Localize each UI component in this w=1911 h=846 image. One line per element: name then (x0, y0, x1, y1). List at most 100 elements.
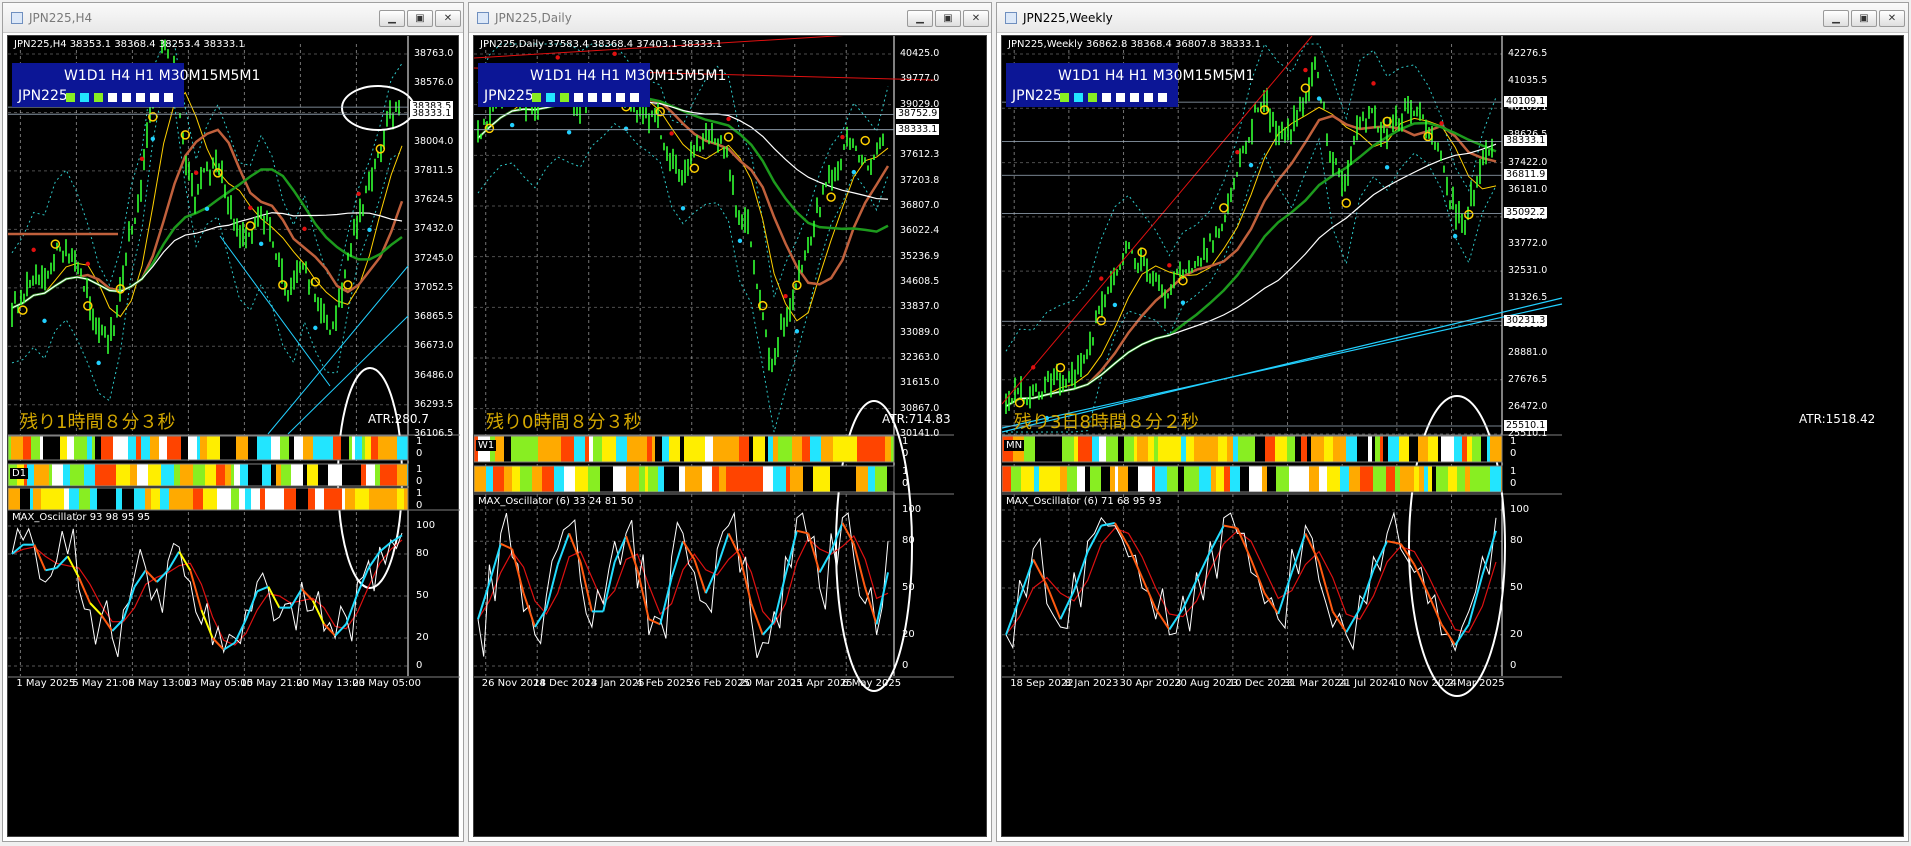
signal-color-bar (8, 488, 20, 510)
chart-window-daily[interactable]: JPN225,Daily ▁ ▣ ✕ JPN225,Daily 37583.4 … (468, 2, 992, 842)
signal-color-bar (236, 436, 248, 460)
tf-dot (1074, 93, 1083, 102)
window-titlebar[interactable]: JPN225,Daily ▁ ▣ ✕ (469, 3, 991, 33)
signal-color-bar (307, 464, 318, 486)
signal-color-bar (504, 436, 511, 462)
fractal-down-dot (313, 325, 318, 331)
signal-color-bar (281, 488, 284, 510)
signal-color-bar (256, 488, 260, 510)
signal-color-bar (1432, 466, 1436, 492)
signal-color-bar (1409, 436, 1418, 462)
window-title: JPN225,Weekly (1023, 11, 1113, 25)
window-titlebar[interactable]: JPN225,Weekly ▁ ▣ ✕ (997, 3, 1908, 33)
maximize-button[interactable]: ▣ (935, 10, 961, 27)
maximize-button[interactable]: ▣ (407, 10, 433, 27)
signal-color-bar (574, 436, 579, 462)
minimize-button[interactable]: ▁ (379, 10, 405, 27)
price-tick-label: 36865.5 (414, 311, 454, 323)
signal-color-bar (1357, 436, 1368, 462)
signal-color-bar (375, 488, 384, 510)
signal-color-bar (342, 464, 347, 486)
signal-color-bar (602, 436, 611, 462)
price-tick-label: 37203.8 (900, 174, 940, 186)
signal-color-bar (148, 464, 161, 486)
price-tick-label: 36673.0 (414, 340, 454, 352)
oscillator-level-label: 50 (416, 590, 429, 601)
oscillator-main-line (682, 540, 696, 560)
signal-color-bar (790, 466, 803, 492)
chart-area[interactable]: JPN225,H4 38353.1 38368.4 38253.4 38333.… (7, 35, 460, 838)
signal-color-bar (296, 488, 308, 510)
signal-color-bar (765, 436, 768, 462)
signal-color-bar (1181, 466, 1184, 492)
oscillator-level-label: 80 (416, 548, 429, 559)
signal-color-bar (616, 436, 627, 462)
signal-color-bar (627, 436, 634, 462)
signal-color-bar (121, 436, 128, 460)
signal-color-bar (875, 466, 887, 492)
signal-color-bar (1034, 466, 1039, 492)
fractal-down-dot (566, 130, 572, 135)
signal-color-bar (308, 488, 315, 510)
signal-color-bar (1465, 466, 1470, 492)
signal-color-bar (736, 466, 749, 492)
signal-color-bar (600, 466, 613, 492)
signal-color-bar (95, 464, 109, 486)
signal-color-bar (397, 488, 404, 510)
signal-color-bar (1414, 466, 1419, 492)
signal-color-bar (749, 466, 763, 492)
minimize-button[interactable]: ▁ (907, 10, 933, 27)
price-tick-label: 32363.0 (900, 352, 940, 363)
close-button[interactable]: ✕ (435, 10, 461, 27)
signal-color-bar (495, 436, 504, 462)
moving-average-line (11, 128, 404, 310)
signal-color-bar (1373, 466, 1386, 492)
fractal-down-dot (851, 169, 857, 175)
strip-level-label: 0 (902, 478, 909, 489)
close-button[interactable]: ✕ (1879, 10, 1905, 27)
signal-color-bar (838, 466, 844, 492)
signal-color-bar (726, 466, 736, 492)
close-button[interactable]: ✕ (963, 10, 989, 27)
window-titlebar[interactable]: JPN225,H4 ▁ ▣ ✕ (3, 3, 463, 33)
signal-color-bar (330, 436, 333, 460)
oscillator-level-label: 0 (902, 660, 909, 671)
signal-color-bar (589, 436, 593, 462)
strip-timeframe-label: W1 (476, 440, 497, 451)
maximize-button[interactable]: ▣ (1851, 10, 1877, 27)
signal-color-bar (739, 436, 749, 462)
oscillator-signal-line (11, 539, 403, 646)
signal-color-bar (1002, 466, 1011, 492)
signal-color-bar (1311, 436, 1324, 462)
chart-window-h4[interactable]: JPN225,H4 ▁ ▣ ✕ JPN225,H4 38353.1 38368.… (2, 2, 464, 842)
bollinger-band-line (477, 123, 889, 433)
minimize-button[interactable]: ▁ (1823, 10, 1849, 27)
signal-color-bar (97, 488, 103, 510)
price-tick-label: 38576.0 (414, 77, 454, 89)
tf-dot (630, 93, 639, 102)
oscillator-level-label: 100 (902, 504, 922, 515)
timeframe-infobox: W1D1 H4 H1 M30M15M5M1 JPN225 (12, 63, 260, 107)
window-title: JPN225,H4 (29, 11, 93, 25)
oscillator-main-line (1399, 543, 1416, 566)
oscillator-title: MAX_Oscillator (6) 33 24 81 50 (478, 496, 634, 507)
remaining-time: 残り0時間８分３秒 (486, 412, 642, 433)
price-tick-label: 35236.9 (900, 250, 940, 262)
fractal-down-dot (680, 206, 686, 211)
chart-area[interactable]: JPN225,Daily 37583.4 38368.4 37403.1 383… (473, 35, 987, 837)
trend-line (267, 265, 409, 435)
fractal-down-dot (1384, 165, 1390, 170)
signal-color-bar (504, 466, 512, 492)
signal-color-bar (597, 466, 600, 492)
signal-color-bar (1436, 466, 1448, 492)
signal-color-bar (1301, 436, 1307, 462)
price-chart-svg[interactable] (8, 36, 460, 838)
signal-color-bar (167, 436, 181, 460)
chart-window-weekly[interactable]: JPN225,Weekly ▁ ▣ ✕ JPN225,Weekly 36862.… (996, 2, 1909, 842)
oscillator-main-line (648, 618, 661, 626)
price-chart-svg[interactable] (1002, 36, 1905, 838)
chart-area[interactable]: JPN225,Weekly 36862.8 38368.4 36807.8 38… (1001, 35, 1904, 837)
signal-color-bar (151, 488, 160, 510)
time-axis-label: 6 May 2025 (842, 678, 902, 689)
signal-color-bar (611, 436, 616, 462)
